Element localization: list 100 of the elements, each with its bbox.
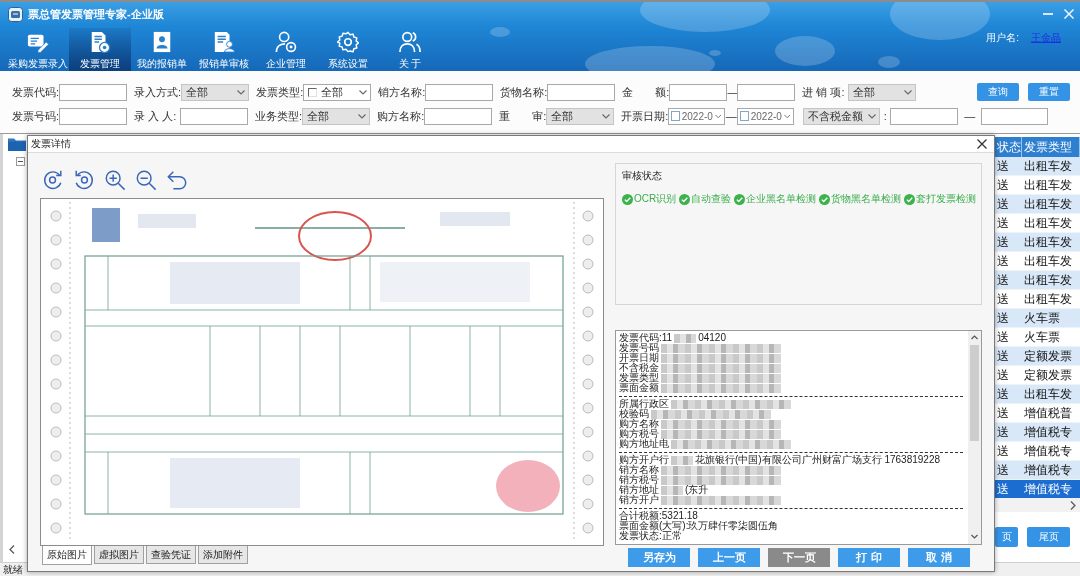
input-field[interactable] [59,107,128,125]
dropdown[interactable]: 全部 [546,107,615,125]
document-person-icon [213,31,235,53]
field-label: 发票代码: [12,84,60,100]
table-row[interactable]: 送 增值税专 [995,461,1080,480]
toolbar-button[interactable]: 系统设置 [317,28,379,71]
table-row[interactable]: 送 出租车发 [995,195,1080,214]
table-cell-text: 火车票 [1023,309,1061,327]
tab[interactable]: 添加附件 [198,546,248,564]
undo-icon[interactable] [166,169,188,191]
app-title: 票总管发票管理专家-企业版 [28,6,164,22]
checkbox[interactable] [740,111,749,121]
table-row[interactable]: 送 出租车发 [995,157,1080,176]
check-label: 自动查验 [691,192,732,206]
detail-value: 04120 [698,333,726,343]
dropdown[interactable]: 不含税金额 [803,107,881,125]
table-cell-text: 增值税普 [1023,404,1073,422]
table-cell-text: 送 [996,252,1010,270]
field-label: 发票类型: [256,84,304,100]
column-header[interactable]: 发票类型 [1022,137,1080,157]
input-field[interactable] [669,83,728,101]
rotate-right-icon[interactable] [42,169,64,191]
table-cell-text: 出租车发 [1023,271,1073,289]
input-field[interactable] [890,107,959,125]
table-row[interactable]: 送 增值税专 [995,480,1080,499]
table-row[interactable]: 送 出租车发 [995,290,1080,309]
table-row[interactable]: 送 出租车发 [995,271,1080,290]
check-label: 货物黑名单检测 [831,192,902,206]
folder-icon[interactable] [8,137,26,151]
checkbox[interactable] [308,87,318,97]
table-cell-text: 送 [996,195,1010,213]
dropdown[interactable]: 全部 [303,83,372,101]
table-row[interactable]: 送 出租车发 [995,233,1080,252]
tab[interactable]: 原始图片 [42,546,92,565]
table-row[interactable]: 送 出租车发 [995,385,1080,404]
table-row[interactable]: 送 出租车发 [995,214,1080,233]
field-label: 业务类型: [255,108,303,124]
close-icon[interactable] [977,139,987,149]
table-cell-text: 增值税专 [1023,480,1073,498]
rotate-left-icon[interactable] [73,169,95,191]
zoom-out-icon[interactable] [135,169,157,191]
table-row[interactable]: 送 增值税专 [995,442,1080,461]
date-picker[interactable]: 2022-0 [668,107,726,125]
zoom-in-icon[interactable] [104,169,126,191]
document-gear-icon [89,31,111,53]
table-cell-text: 送 [996,461,1010,479]
panel-title: 审核状态 [622,170,662,181]
toolbar-button[interactable]: 企业管理 [255,28,317,71]
table-row[interactable]: 送 增值税普 [995,404,1080,423]
table-cell-text: 出租车发 [1023,233,1073,251]
date-picker[interactable]: 2022-0 [737,107,795,125]
detail-label: 所属行政区 [619,399,669,409]
vertical-scrollbar[interactable] [968,331,981,544]
dropdown[interactable]: 全部 [302,107,371,125]
field-label: 录入方式: [134,84,182,100]
dropdown[interactable]: 全部 [848,83,917,101]
input-field[interactable] [547,83,616,101]
input-field[interactable] [180,107,249,125]
caret-icon [868,113,877,119]
tab[interactable]: 虚拟图片 [94,546,144,564]
horizontal-scrollbar[interactable] [995,499,1080,512]
field-label: 开票日期: [621,108,669,124]
table-row[interactable]: 送 出租车发 [995,252,1080,271]
input-field[interactable] [424,107,493,125]
field-label: 进 销 项: [802,84,846,100]
table-row[interactable]: 送 定额发票 [995,347,1080,366]
table-row[interactable]: 送 火车票 [995,328,1080,347]
input-field[interactable] [981,107,1049,125]
tree-expander-icon[interactable] [16,157,25,166]
input-field[interactable] [425,83,494,101]
table-row[interactable]: 送 出租车发 [995,176,1080,195]
toolbar-button[interactable]: 发票管理 [69,28,131,71]
table-cell-text: 送 [996,366,1010,384]
input-field[interactable] [737,83,796,101]
field-label: 购方名称: [377,108,425,124]
toolbar-button[interactable]: 关 于 [379,28,441,71]
toolbar-button[interactable]: 报销单审核 [193,28,255,71]
detail-label: 发票号码 [619,343,659,353]
table-row[interactable]: 送 火车票 [995,309,1080,328]
table-cell-text: 送 [996,214,1010,232]
people-icon [399,31,421,53]
field-label: 录 入 人: [134,108,178,124]
range-separator: — [963,110,977,122]
app-logo-icon [8,6,23,22]
column-header[interactable]: 状态 [995,137,1022,157]
dropdown[interactable]: 全部 [181,83,250,101]
table-row[interactable]: 送 定额发票 [995,366,1080,385]
status-text: 就绪 [3,562,23,576]
checkbox[interactable] [671,111,680,121]
detail-label: 销方地址 [619,485,659,495]
table-cell-text: 送 [996,328,1010,346]
scroll-left-icon[interactable] [9,545,15,554]
input-field[interactable] [59,83,128,101]
scroll-right-icon[interactable] [1070,501,1076,510]
caret-icon [358,113,367,119]
tab[interactable]: 查验凭证 [146,546,196,564]
table-row[interactable]: 送 增值税专 [995,423,1080,442]
detail-label: 购方名称 [619,419,659,429]
toolbar-button[interactable]: 采购发票录入 [7,28,69,71]
toolbar-button[interactable]: 我的报销单 [131,28,193,71]
